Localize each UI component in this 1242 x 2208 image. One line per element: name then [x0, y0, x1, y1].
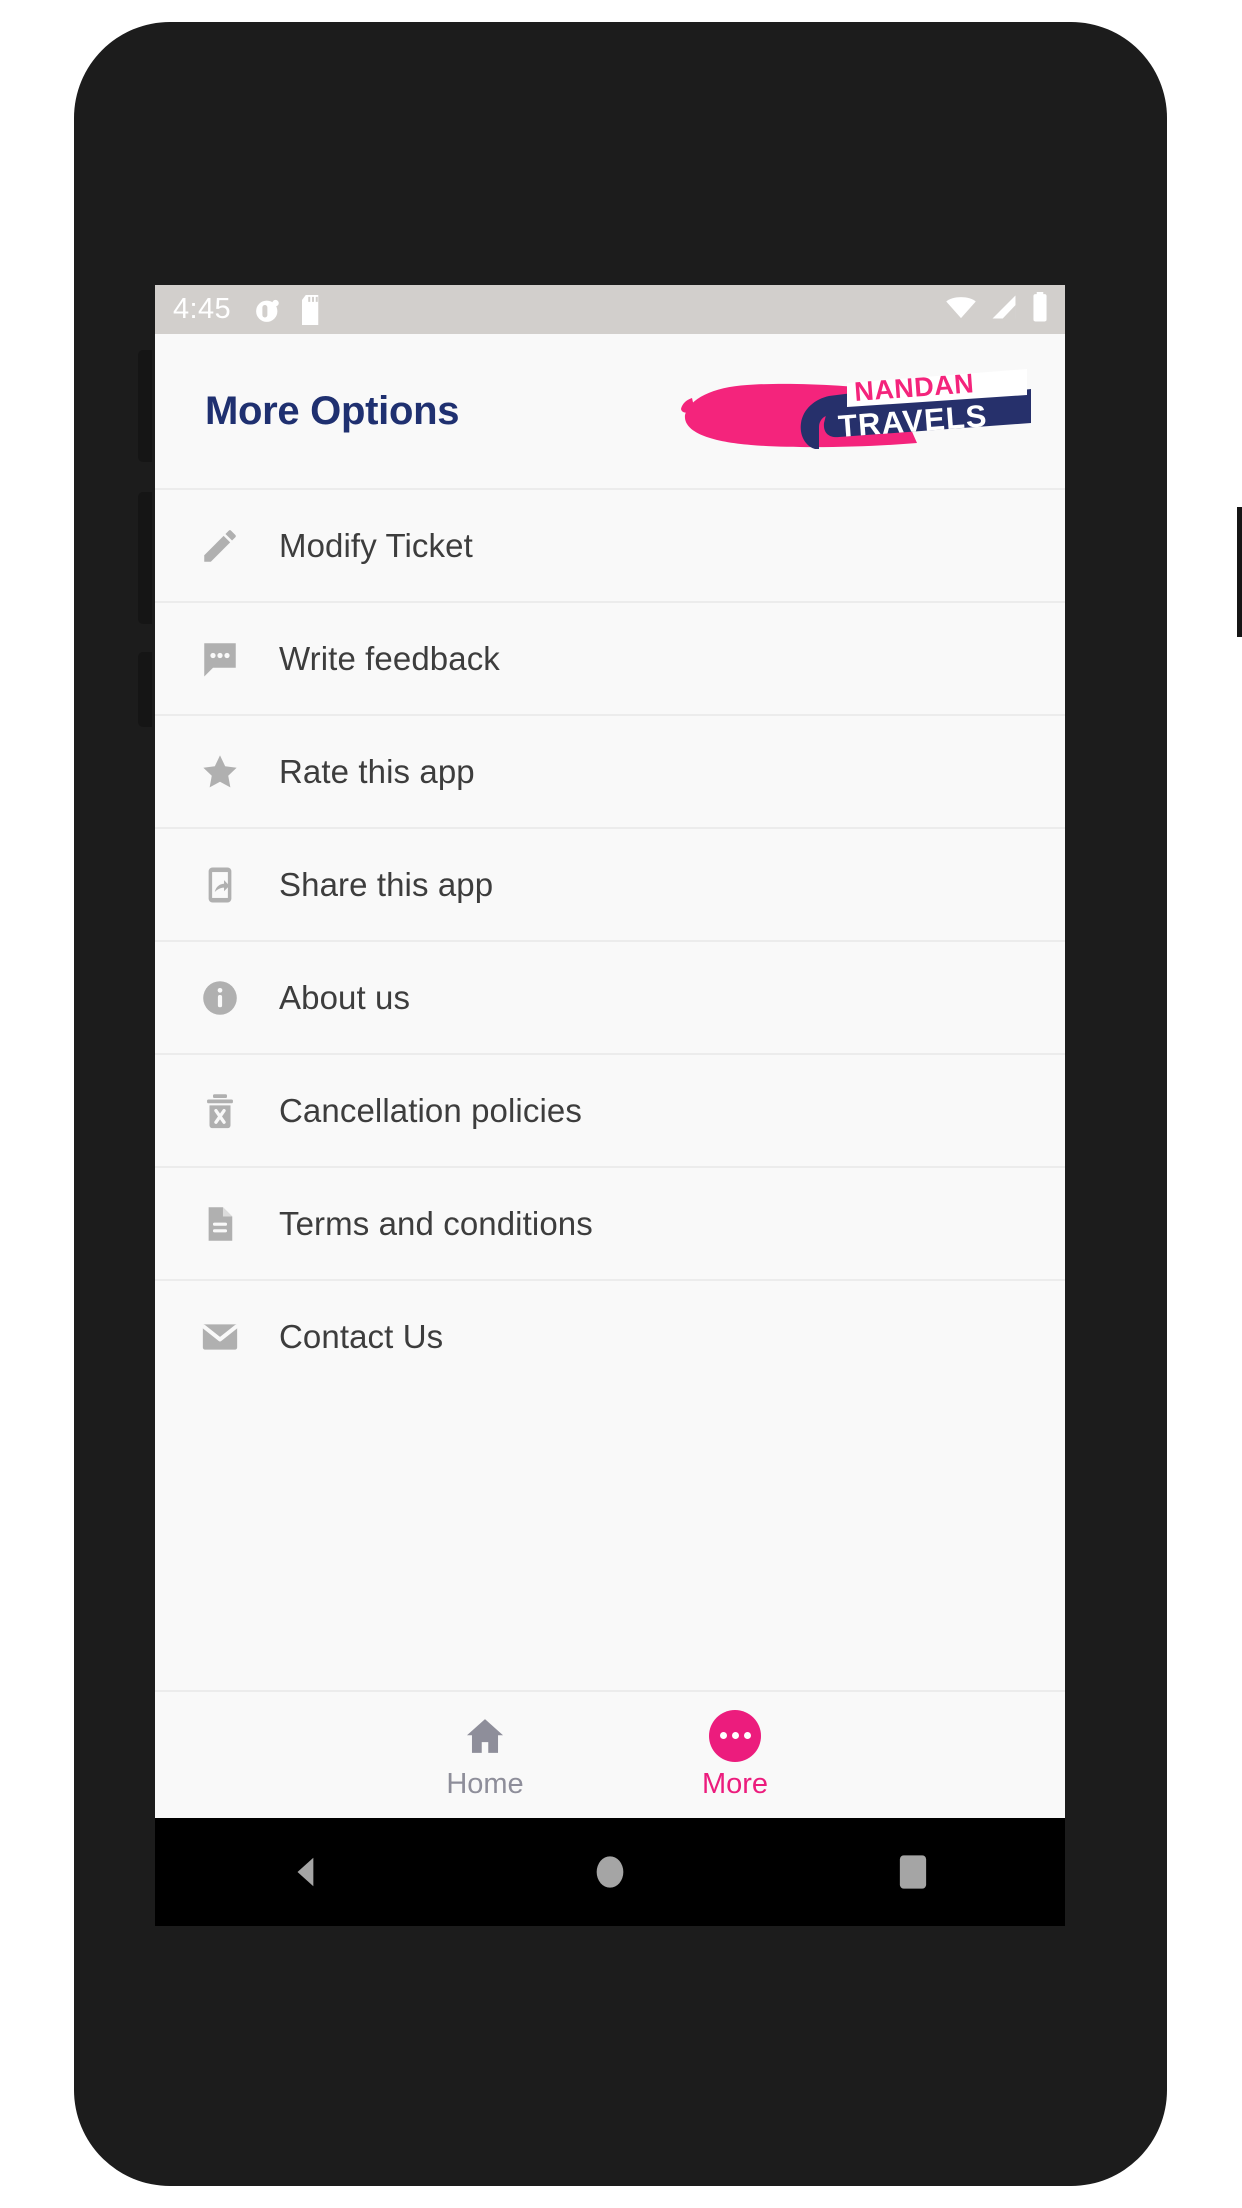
- star-icon: [197, 749, 243, 795]
- home-circle-icon[interactable]: [550, 1818, 670, 1926]
- envelope-icon: [197, 1314, 243, 1360]
- menu-item-modify-ticket[interactable]: Modify Ticket: [155, 488, 1065, 601]
- wifi-icon: [945, 294, 977, 325]
- chat-bubble-icon: [197, 636, 243, 682]
- android-system-navigation: [155, 1818, 1065, 1926]
- menu-item-cancellation-policies[interactable]: Cancellation policies: [155, 1053, 1065, 1166]
- app-content: More Options NANDAN TRAVELS Modify Ticke…: [155, 334, 1065, 1818]
- nav-tab-more[interactable]: More: [660, 1709, 810, 1801]
- more-options-menu: Modify Ticket Write feedback Rate this a…: [155, 488, 1065, 1690]
- menu-item-label: About us: [279, 978, 411, 1016]
- nandan-travels-logo: NANDAN TRAVELS: [679, 365, 1031, 457]
- volume-up-button[interactable]: [138, 350, 152, 462]
- menu-item-share-this-app[interactable]: Share this app: [155, 827, 1065, 940]
- bottom-navigation-bar: Home More: [155, 1690, 1065, 1818]
- menu-item-contact-us[interactable]: Contact Us: [155, 1279, 1065, 1392]
- sd-card-icon: [299, 294, 325, 325]
- recents-square-icon[interactable]: [853, 1818, 973, 1926]
- status-bar-right-icons: [945, 292, 1049, 327]
- nav-tab-label: More: [701, 1767, 769, 1800]
- nav-tab-label: Home: [446, 1767, 524, 1800]
- home-icon: [462, 1710, 508, 1762]
- status-bar: 4:45: [155, 285, 1065, 334]
- app-header: More Options NANDAN TRAVELS: [155, 334, 1065, 488]
- menu-item-rate-this-app[interactable]: Rate this app: [155, 714, 1065, 827]
- nav-tab-home[interactable]: Home: [410, 1710, 560, 1801]
- trash-x-icon: [197, 1088, 243, 1134]
- more-dots-icon: [709, 1709, 761, 1762]
- phone-screen: 4:45 More Options NANDAN TRAVELS Modify …: [155, 285, 1065, 1926]
- pencil-icon: [197, 523, 243, 569]
- menu-item-label: Contact Us: [279, 1317, 444, 1355]
- phone-share-icon: [197, 862, 243, 908]
- status-bar-clock: 4:45: [173, 293, 232, 325]
- mute-switch-button[interactable]: [138, 652, 152, 727]
- document-icon: [197, 1201, 243, 1247]
- menu-item-label: Share this app: [279, 865, 494, 903]
- battery-icon: [1031, 292, 1049, 327]
- power-button[interactable]: [1237, 507, 1242, 637]
- menu-item-label: Modify Ticket: [279, 526, 473, 564]
- menu-item-terms-and-conditions[interactable]: Terms and conditions: [155, 1166, 1065, 1279]
- cellular-signal-icon: [990, 294, 1018, 325]
- menu-item-label: Cancellation policies: [279, 1091, 582, 1129]
- volume-down-button[interactable]: [138, 492, 152, 624]
- menu-item-label: Terms and conditions: [279, 1204, 593, 1242]
- back-triangle-icon[interactable]: [247, 1818, 367, 1926]
- page-title: More Options: [205, 388, 460, 433]
- menu-item-label: Write feedback: [279, 639, 500, 677]
- notification-dot-icon: [253, 295, 283, 325]
- menu-item-write-feedback[interactable]: Write feedback: [155, 601, 1065, 714]
- menu-item-label: Rate this app: [279, 752, 475, 790]
- info-circle-icon: [197, 975, 243, 1021]
- menu-item-about-us[interactable]: About us: [155, 940, 1065, 1053]
